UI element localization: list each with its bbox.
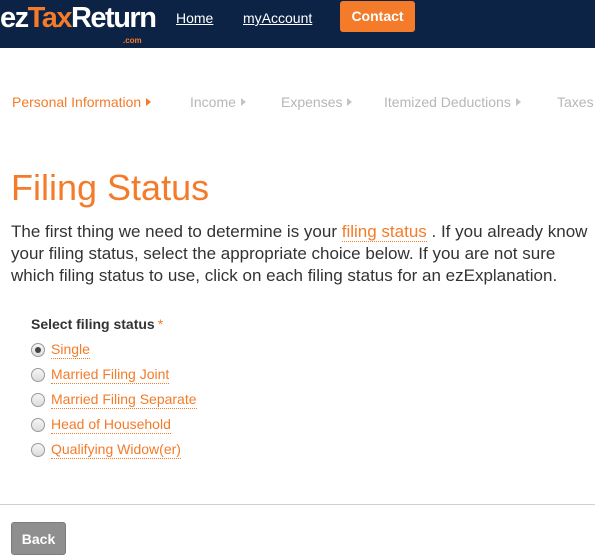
step-arrow-icon bbox=[146, 98, 152, 106]
radio-button[interactable] bbox=[31, 393, 45, 407]
contact-button[interactable]: Contact bbox=[340, 1, 415, 32]
back-button[interactable]: Back bbox=[11, 522, 66, 555]
logo-text-ez: ez bbox=[0, 2, 29, 34]
step-income[interactable]: Income bbox=[190, 92, 246, 112]
step-personal-information[interactable]: Personal Information bbox=[12, 92, 152, 112]
radio-button[interactable] bbox=[31, 368, 45, 382]
top-navbar: ezTaxReturn .com Home myAccount Contact bbox=[0, 0, 595, 48]
step-label: Income bbox=[190, 94, 236, 110]
nav-myaccount-link[interactable]: myAccount bbox=[243, 8, 312, 28]
radio-button-checked[interactable] bbox=[31, 343, 45, 357]
logo-text-tax: Tax bbox=[27, 2, 73, 34]
logo-domain: .com bbox=[123, 36, 142, 45]
intro-text: . If you already know bbox=[431, 222, 588, 241]
radio-label-head-of-household[interactable]: Head of Household bbox=[51, 415, 171, 434]
step-label: Itemized Deductions bbox=[384, 94, 511, 110]
step-arrow-icon bbox=[347, 98, 353, 106]
step-arrow-icon bbox=[515, 98, 521, 106]
step-taxes[interactable]: Taxes & bbox=[557, 92, 595, 112]
radio-label-qualifying-widower[interactable]: Qualifying Widow(er) bbox=[51, 440, 181, 459]
radio-label-married-filing-joint[interactable]: Married Filing Joint bbox=[51, 365, 170, 384]
radio-button[interactable] bbox=[31, 443, 45, 457]
nav-home-link[interactable]: Home bbox=[176, 8, 213, 28]
step-arrow-icon bbox=[240, 98, 246, 106]
required-marker: * bbox=[157, 316, 164, 332]
field-label-text: Select filing status bbox=[31, 316, 155, 332]
page-title: Filing Status bbox=[11, 167, 210, 208]
filing-status-label: Select filing status * bbox=[31, 314, 163, 334]
step-label: Expenses bbox=[281, 94, 343, 110]
radio-label-single[interactable]: Single bbox=[51, 340, 90, 359]
step-itemized-deductions[interactable]: Itemized Deductions bbox=[384, 92, 521, 112]
radio-button[interactable] bbox=[31, 418, 45, 432]
step-label: Taxes & bbox=[557, 94, 595, 110]
intro-text: The first thing we need to determine is … bbox=[11, 222, 337, 241]
intro-line-1: The first thing we need to determine is … bbox=[11, 221, 595, 243]
logo-text-return: Return bbox=[70, 2, 157, 34]
step-label: Personal Information bbox=[12, 94, 142, 110]
eztaxreturn-logo[interactable]: ezTaxReturn .com bbox=[0, 1, 157, 45]
intro-line-3: which filing status to use, click on eac… bbox=[11, 266, 558, 285]
radio-label-married-filing-separate[interactable]: Married Filing Separate bbox=[51, 390, 197, 409]
filing-status-help-link[interactable]: filing status bbox=[341, 222, 427, 242]
intro-paragraph: The first thing we need to determine is … bbox=[11, 221, 595, 287]
step-expenses[interactable]: Expenses bbox=[281, 92, 353, 112]
intro-line-2: your filing status, select the appropria… bbox=[11, 244, 556, 263]
footer-divider bbox=[0, 504, 595, 505]
